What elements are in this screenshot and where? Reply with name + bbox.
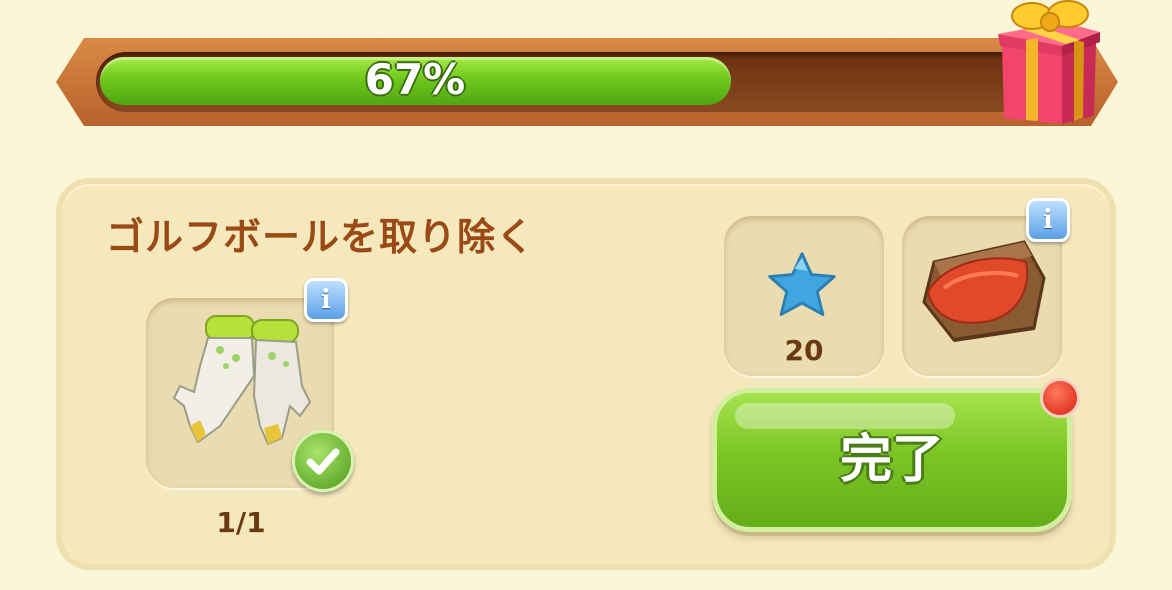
requirement-check-badge <box>292 430 354 492</box>
blue-star-icon <box>768 252 836 316</box>
gift-box-icon[interactable] <box>996 0 1106 126</box>
wooden-crate-icon <box>922 240 1046 342</box>
complete-button[interactable]: 完了 <box>712 388 1072 532</box>
quest-title: ゴルフボールを取り除く <box>106 215 536 259</box>
notification-dot <box>1040 378 1080 418</box>
complete-button-label: 完了 <box>839 430 944 490</box>
reward-star-amount: 20 <box>784 334 824 367</box>
reward-info-button[interactable]: i <box>1026 198 1070 242</box>
progress-percent-label: 67% <box>364 55 466 104</box>
requirement-info-button[interactable]: i <box>304 278 348 322</box>
requirement-count: 1/1 <box>216 506 266 539</box>
quest-progress-bar: 67% <box>56 38 1118 126</box>
checkmark-icon <box>306 448 340 475</box>
